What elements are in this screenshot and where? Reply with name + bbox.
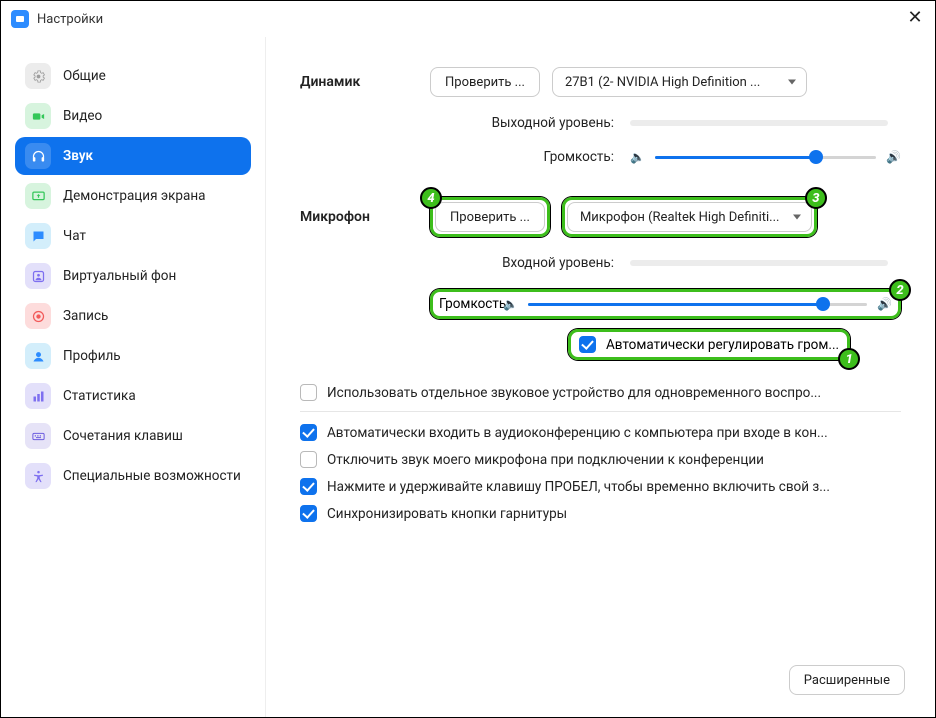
microphone-input-level-meter (630, 260, 888, 266)
statistics-icon (25, 383, 51, 409)
speaker-section-label: Динамик (300, 74, 430, 90)
sidebar-item-label: Профиль (63, 348, 121, 364)
annotation-badge-4: 4 (420, 187, 442, 209)
input-level-label: Входной уровень: (430, 255, 630, 271)
sidebar-item-label: Видео (63, 108, 102, 124)
microphone-section-label: Микрофон (300, 209, 430, 225)
sidebar-item-recording[interactable]: Запись (15, 297, 251, 335)
mute-on-join-label: Отключить звук моего микрофона при подкл… (327, 452, 764, 468)
sidebar-item-label: Специальные возможности (63, 468, 241, 485)
sync-headset-label: Синхронизировать кнопки гарнитуры (327, 506, 567, 522)
annotation-badge-2: 2 (889, 279, 911, 301)
speaker-output-level-meter (630, 120, 888, 126)
sidebar-item-keyboard-shortcuts[interactable]: Сочетания клавиш (15, 417, 251, 455)
sidebar-item-virtual-background[interactable]: Виртуальный фон (15, 257, 251, 295)
speaker-device-value: 27B1 (2- NVIDIA High Definition ... (565, 75, 760, 90)
volume-high-icon: 🔊 (877, 297, 892, 311)
sync-headset-checkbox[interactable] (300, 505, 317, 522)
keyboard-icon (25, 423, 51, 449)
sidebar-item-statistics[interactable]: Статистика (15, 377, 251, 415)
profile-icon (25, 343, 51, 369)
sidebar-item-profile[interactable]: Профиль (15, 337, 251, 375)
settings-sidebar: Общие Видео Звук Демонстрация экрана Чат (1, 37, 266, 717)
sidebar-item-label: Статистика (63, 388, 136, 404)
microphone-volume-label: Громкость: (439, 296, 503, 312)
sidebar-item-label: Звук (63, 148, 93, 164)
sidebar-item-label: Виртуальный фон (63, 268, 176, 284)
sidebar-item-audio[interactable]: Звук (15, 137, 251, 175)
option-row: Отключить звук моего микрофона при подкл… (300, 451, 901, 468)
separate-audio-device-label: Использовать отдельное звуковое устройст… (327, 385, 821, 401)
sidebar-item-label: Чат (63, 228, 86, 244)
microphone-device-select[interactable]: Микрофон (Realtek High Definiti... (567, 202, 812, 232)
speaker-volume-slider[interactable] (655, 156, 876, 159)
sidebar-item-label: Демонстрация экрана (63, 188, 205, 204)
output-level-label: Выходной уровень: (430, 115, 630, 131)
volume-high-icon: 🔊 (886, 150, 901, 164)
sidebar-item-chat[interactable]: Чат (15, 217, 251, 255)
option-row: Использовать отдельное звуковое устройст… (300, 384, 901, 401)
sidebar-item-general[interactable]: Общие (15, 57, 251, 95)
settings-icon (25, 63, 51, 89)
volume-low-icon: 🔈 (503, 297, 518, 311)
sidebar-item-label: Сочетания клавиш (63, 428, 183, 444)
titlebar: Настройки ✕ (1, 1, 935, 37)
virtual-background-icon (25, 263, 51, 289)
microphone-device-value: Микрофон (Realtek High Definiti... (580, 210, 780, 225)
sidebar-item-video[interactable]: Видео (15, 97, 251, 135)
microphone-volume-slider[interactable] (528, 303, 867, 306)
record-icon (25, 303, 51, 329)
audio-settings-panel: Динамик Проверить ... 27B1 (2- NVIDIA Hi… (266, 37, 935, 717)
push-to-talk-label: Нажмите и удерживайте клавишу ПРОБЕЛ, чт… (327, 479, 830, 495)
volume-low-icon: 🔈 (630, 150, 645, 164)
push-to-talk-checkbox[interactable] (300, 478, 317, 495)
window-title: Настройки (37, 12, 103, 27)
divider (300, 411, 901, 412)
auto-adjust-volume-checkbox[interactable] (579, 336, 596, 353)
test-microphone-button[interactable]: Проверить ... (435, 202, 545, 232)
sidebar-item-accessibility[interactable]: Специальные возможности (15, 457, 251, 495)
annotation-badge-1: 1 (838, 348, 860, 370)
auto-adjust-volume-label: Автоматически регулировать гром... (606, 337, 839, 353)
sidebar-item-label: Запись (63, 308, 108, 324)
mute-on-join-checkbox[interactable] (300, 451, 317, 468)
speaker-volume-label: Громкость: (430, 149, 630, 165)
annotation-badge-3: 3 (805, 187, 827, 209)
auto-join-audio-label: Автоматически входить в аудиоконференцию… (327, 425, 828, 441)
option-row: Автоматически входить в аудиоконференцию… (300, 424, 901, 441)
option-row: Нажмите и удерживайте клавишу ПРОБЕЛ, чт… (300, 478, 901, 495)
close-button[interactable]: ✕ (905, 9, 925, 29)
advanced-button[interactable]: Расширенные (789, 665, 905, 695)
sidebar-item-label: Общие (63, 68, 106, 84)
speaker-device-select[interactable]: 27B1 (2- NVIDIA High Definition ... (552, 67, 807, 97)
zoom-app-icon (11, 10, 29, 28)
headphones-icon (25, 143, 51, 169)
test-speaker-button[interactable]: Проверить ... (430, 67, 540, 97)
option-row: Синхронизировать кнопки гарнитуры (300, 505, 901, 522)
chat-icon (25, 223, 51, 249)
video-camera-icon (25, 103, 51, 129)
separate-audio-device-checkbox[interactable] (300, 384, 317, 401)
auto-join-audio-checkbox[interactable] (300, 424, 317, 441)
share-screen-icon (25, 183, 51, 209)
accessibility-icon (25, 463, 51, 489)
sidebar-item-share-screen[interactable]: Демонстрация экрана (15, 177, 251, 215)
